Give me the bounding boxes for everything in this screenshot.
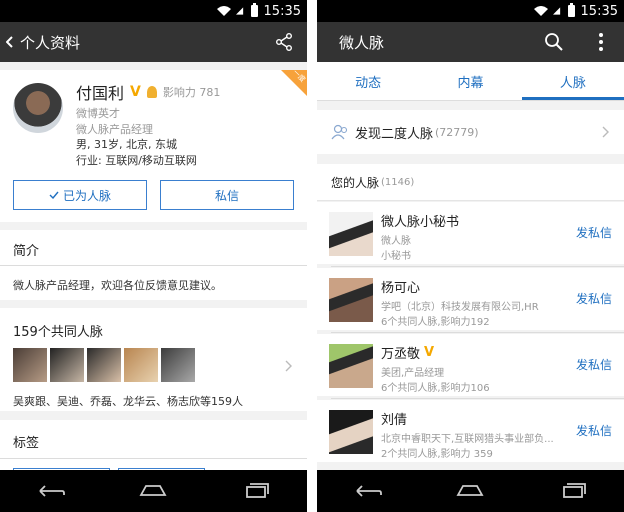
tab-feed-label: 动态 [355,75,382,91]
signal-icon [552,7,560,15]
verified-icon: V [130,84,141,100]
wifi-icon [533,6,548,16]
contact-name: 杨可心 [381,281,421,296]
send-message-button[interactable]: 发私信 [576,422,612,439]
connections-label: 您的人脉 [331,175,380,190]
page-title: 个人资料 [20,33,81,52]
profile-card: 付国利 V 影响力 781 微博英才 微人脉产品经理 男, 31岁, 北京, 东… [0,68,307,222]
contact-row[interactable]: 杨可心 学吧（北京）科技发展有限公司,HR 6个共同人脉,影响力192 发私信 [317,268,624,330]
influence-label: 影响力 781 [162,86,221,99]
contact-avatar [329,278,373,322]
intro-header: 简介 [13,244,40,259]
discover-row[interactable]: 发现二度人脉 (72779) [317,110,624,154]
connections-count: (1146) [381,176,415,188]
contact-name: 万丞敬 [381,347,421,362]
right-screen: 15:35 微人脉 动态 内幕 人脉 发现二度人脉 (72779) 您的人脉 (… [317,0,624,512]
contact-line1: 美团,产品经理 [381,368,445,379]
app-title: 微人脉 [339,33,385,52]
contact-line2: 小秘书 [381,251,411,262]
chevron-left-icon [6,36,13,48]
status-time: 15:35 [263,3,301,19]
status-bar: 15:35 [317,0,624,22]
contact-avatar [329,344,373,388]
back-nav-icon[interactable] [36,481,66,501]
mutual-names: 吴爽跟、吴迪、乔磊、龙华云、杨志欣等159人 [13,395,243,408]
contact-row[interactable]: 万丞敬 V 美团,产品经理 6个共同人脉,影响力106 发私信 [317,334,624,396]
search-icon[interactable] [544,32,564,52]
mutual-avatar[interactable] [87,348,121,382]
verified-icon: V [424,345,435,360]
connected-button-label: 已为人脉 [62,188,111,203]
status-time: 15:35 [580,3,618,19]
people-icon [331,124,348,140]
signal-icon [235,7,243,15]
discover-label: 发现二度人脉 [355,126,434,142]
tab-connections[interactable]: 人脉 [521,62,624,100]
chevron-right-icon [602,126,609,138]
tab-connections-label: 人脉 [559,75,586,91]
left-screen: 15:35 个人资料 付国利 V 影响力 781 微博英才 微人脉产品经理 男,… [0,0,307,512]
profile-name: 付国利 [76,84,125,103]
nav-bar [0,470,307,512]
tab-insider[interactable]: 内幕 [419,62,521,100]
profile-info: 男, 31岁, 北京, 东城 [76,138,177,151]
back-button[interactable]: 个人资料 [0,32,80,53]
back-nav-icon[interactable] [353,481,383,501]
tab-feed[interactable]: 动态 [317,62,419,100]
contact-line1: 微人脉 [381,236,411,247]
message-button[interactable]: 私信 [160,180,294,210]
connected-button[interactable]: 已为人脉 [13,180,147,210]
send-message-button[interactable]: 发私信 [576,290,612,307]
profile-industry: 行业: 互联网/移动互联网 [76,154,197,167]
mutual-avatar[interactable] [50,348,84,382]
discover-count: (72779) [435,125,479,139]
contact-name: 刘倩 [381,413,408,428]
tags-header: 标签 [13,436,40,451]
mutual-header: 159个共同人脉 [13,325,103,340]
intro-text: 微人脉产品经理，欢迎各位反馈意见建议。 [13,279,222,292]
mutual-section[interactable]: 159个共同人脉 吴爽跟、吴迪、乔磊、龙华云、杨志欣等159人 [0,308,307,411]
tab-insider-label: 内幕 [457,75,484,91]
home-nav-icon[interactable] [455,481,485,501]
contact-name: 微人脉小秘书 [381,215,460,230]
tab-active-indicator [521,97,624,100]
contact-row[interactable]: 刘倩 北京中睿职天下,互联网猎头事业部负... 2个共同人脉,影响力 359 发… [317,400,624,462]
intro-section: 简介 微人脉产品经理，欢迎各位反馈意见建议。 [0,230,307,300]
contact-line2: 2个共同人脉,影响力 359 [381,449,493,460]
recents-nav-icon[interactable] [558,481,588,501]
medal-icon [146,86,157,98]
contact-line1: 学吧（北京）科技发展有限公司,HR [381,302,539,313]
contact-row[interactable]: 微人脉小秘书 微人脉 小秘书 发私信 [317,202,624,264]
home-nav-icon[interactable] [138,481,168,501]
mutual-avatar[interactable] [124,348,158,382]
contact-avatar [329,212,373,256]
send-message-button[interactable]: 发私信 [576,356,612,373]
mutual-avatar[interactable] [13,348,47,382]
app-bar: 个人资料 [0,22,307,62]
profile-title2: 微人脉产品经理 [76,123,153,136]
send-message-button[interactable]: 发私信 [576,224,612,241]
more-icon[interactable] [598,32,604,52]
contact-line2: 6个共同人脉,影响力106 [381,383,490,394]
contact-avatar [329,410,373,454]
mutual-avatar[interactable] [161,348,195,382]
tab-bar: 动态 内幕 人脉 [317,62,624,101]
wifi-icon [216,6,231,16]
contact-line1: 北京中睿职天下,互联网猎头事业部负... [381,434,554,445]
avatar [13,83,63,133]
battery-icon [567,3,575,17]
status-bar: 15:35 [0,0,307,22]
message-button-label: 私信 [214,188,239,203]
nav-bar [317,470,624,512]
check-icon [49,191,59,199]
contact-line2: 6个共同人脉,影响力192 [381,317,490,328]
share-icon[interactable] [275,33,293,51]
profile-title1: 微博英才 [76,107,120,120]
chevron-right-icon [285,360,292,372]
battery-icon [250,3,258,17]
connections-header: 您的人脉 (1146) [317,164,624,201]
recents-nav-icon[interactable] [241,481,271,501]
app-bar: 微人脉 [317,22,624,62]
